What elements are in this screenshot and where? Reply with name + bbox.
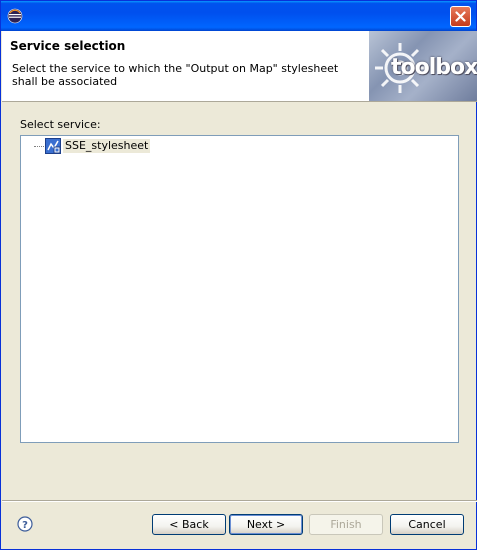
cancel-button[interactable]: Cancel <box>390 514 464 535</box>
page-description: Select the service to which the "Output … <box>12 62 339 88</box>
tree-item-sse-stylesheet[interactable]: SSE_stylesheet <box>45 138 151 154</box>
back-button[interactable]: < Back <box>152 514 226 535</box>
close-button[interactable] <box>450 6 471 27</box>
eclipse-icon <box>7 8 23 24</box>
help-icon: ? <box>17 516 33 532</box>
wizard-header: Service selection Select the service to … <box>2 31 477 102</box>
title-bar[interactable] <box>1 1 476 31</box>
tree-connector <box>34 146 44 148</box>
page-title: Service selection <box>10 39 126 53</box>
wizard-dialog: Service selection Select the service to … <box>0 0 477 550</box>
help-button[interactable]: ? <box>17 516 33 532</box>
tree-item-label: SSE_stylesheet <box>63 139 151 153</box>
service-icon <box>45 138 61 154</box>
finish-button[interactable]: Finish <box>309 514 383 535</box>
logo-text: toolbox <box>391 55 477 80</box>
next-button[interactable]: Next > <box>229 514 303 535</box>
svg-text:?: ? <box>22 520 28 531</box>
select-service-label: Select service: <box>20 118 101 131</box>
toolbox-logo: toolbox <box>369 31 477 101</box>
separator <box>2 500 477 502</box>
close-icon <box>455 11 466 22</box>
service-tree[interactable]: SSE_stylesheet <box>20 135 459 443</box>
